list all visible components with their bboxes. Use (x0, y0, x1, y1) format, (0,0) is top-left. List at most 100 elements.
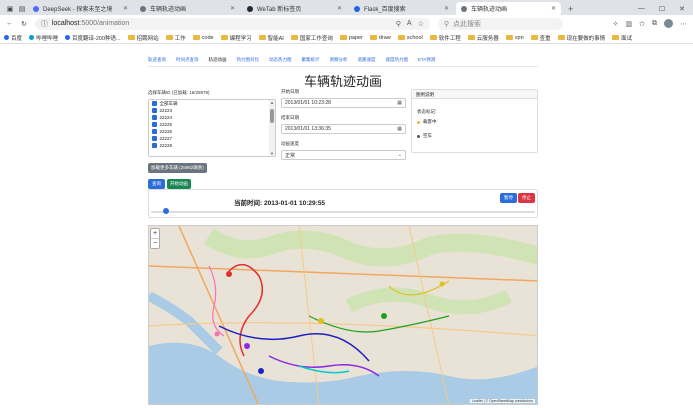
scroll-down-icon[interactable]: ▼ (269, 151, 275, 156)
bookmark-folder[interactable]: 编程学习 (220, 34, 252, 42)
pause-button[interactable]: 暂停 (500, 193, 517, 203)
calendar-icon[interactable]: ▦ (397, 100, 402, 106)
nav-link[interactable]: 轨迹查询 (148, 57, 166, 63)
list-item[interactable]: 全部车辆 (149, 100, 275, 107)
collections-icon[interactable]: ⧉ (652, 20, 657, 28)
vehicle-marker[interactable] (381, 313, 387, 319)
vehicle-marker[interactable] (244, 343, 250, 349)
back-icon[interactable]: ← (6, 20, 13, 27)
close-icon[interactable]: ✕ (230, 5, 235, 12)
list-item[interactable]: 22226 (149, 128, 275, 135)
nav-link[interactable]: 速度热力图 (386, 57, 409, 63)
scroll-up-icon[interactable]: ▲ (270, 100, 274, 105)
read-aloud-icon[interactable]: A (407, 20, 412, 28)
nav-link[interactable]: 聚集统计 (302, 57, 320, 63)
map-attribution[interactable]: Leaflet | © OpenStreetMap contributors (470, 399, 535, 403)
bookmark-folder[interactable]: 工作 (165, 34, 186, 42)
extension-icon[interactable]: ✧ (613, 20, 619, 28)
vehicle-marker[interactable] (318, 318, 324, 324)
checkbox[interactable] (152, 143, 157, 148)
vehicle-marker[interactable] (258, 368, 264, 374)
browser-tab[interactable]: 车辆轨迹动画 ✕ (135, 2, 240, 15)
favorite-star-icon[interactable]: ☆ (418, 20, 424, 28)
split-screen-icon[interactable]: ▥ (626, 20, 633, 28)
list-item[interactable]: 22227 (149, 135, 275, 142)
search-box[interactable]: ⚲ 点此搜索 (437, 17, 563, 30)
zoom-out-button[interactable]: − (151, 239, 159, 248)
close-icon[interactable]: ✕ (123, 5, 128, 12)
stop-button[interactable]: 停止 (518, 193, 535, 203)
bookmark-folder[interactable]: 现在要做的事情 (557, 34, 605, 42)
checkbox[interactable] (152, 101, 157, 106)
bookmark-folder[interactable]: 查重 (530, 34, 551, 42)
zoom-icon[interactable]: ⚲ (396, 20, 401, 28)
minimize-icon[interactable]: — (638, 5, 645, 12)
end-date-input[interactable]: 2013/01/01 13:36:35 ▦ (281, 124, 406, 134)
checkbox[interactable] (152, 108, 157, 113)
close-icon[interactable]: ✕ (444, 5, 449, 12)
favorites-icon[interactable]: ✩ (639, 20, 645, 28)
map-view[interactable]: Leaflet | © OpenStreetMap contributors (148, 225, 538, 405)
calendar-icon[interactable]: ▦ (397, 126, 402, 132)
list-item[interactable]: 22224 (149, 114, 275, 121)
nav-link[interactable]: 洞察分析 (330, 57, 348, 63)
nav-link[interactable]: 热力图对比 (237, 57, 260, 63)
scroll-thumb[interactable] (270, 109, 274, 123)
close-window-icon[interactable]: ✕ (679, 5, 685, 13)
bookmark-item[interactable]: 哔哩哔哩 (29, 34, 58, 42)
bookmark-folder[interactable]: draw (369, 35, 391, 41)
bookmark-item[interactable]: 百度 (4, 34, 22, 42)
bookmark-folder[interactable]: 国家工作查询 (290, 34, 333, 42)
bookmark-folder[interactable]: 招聘网站 (127, 34, 159, 42)
map-zoom-control[interactable]: + − (150, 228, 160, 249)
nav-link[interactable]: ETA预测 (418, 57, 435, 63)
list-item[interactable]: 22228 (149, 142, 275, 149)
zoom-in-button[interactable]: + (151, 229, 159, 239)
checkbox[interactable] (152, 122, 157, 127)
info-icon[interactable]: ⓘ (41, 19, 48, 29)
vehicle-marker[interactable] (439, 281, 445, 287)
list-item[interactable]: 22225 (149, 121, 275, 128)
list-item[interactable]: 22223 (149, 107, 275, 114)
vehicle-marker[interactable] (226, 271, 232, 277)
tab-actions-icon[interactable]: ▤ (16, 3, 28, 15)
bookmark-folder[interactable]: 软件工程 (429, 34, 461, 42)
reload-icon[interactable]: ↻ (21, 20, 27, 28)
browser-tab[interactable]: Flask_百度搜索 ✕ (349, 2, 454, 15)
nav-link[interactable]: 道路速度 (358, 57, 376, 63)
start-animation-button[interactable]: 开始动画 (167, 179, 191, 189)
progress-slider-track[interactable] (151, 211, 535, 213)
checkbox[interactable] (152, 129, 157, 134)
avatar[interactable] (664, 19, 673, 28)
browser-tab[interactable]: WeTab 新标签页 ✕ (242, 2, 347, 15)
browser-tab-active[interactable]: 车辆轨迹动画 ✕ (456, 2, 561, 15)
window-menu-icon[interactable]: ▣ (4, 3, 16, 15)
vehicle-list[interactable]: 全部车辆 22223 22224 22225 22226 22227 22228… (148, 99, 276, 157)
bookmark-folder[interactable]: 面试 (612, 34, 632, 42)
bookmark-folder[interactable]: vpn (505, 35, 524, 41)
nav-link[interactable]: 时间点查询 (176, 57, 199, 63)
list-scrollbar[interactable]: ▲ ▼ (269, 100, 275, 156)
start-date-input[interactable]: 2013/01/01 10:23:28 ▦ (281, 98, 406, 108)
bookmark-item[interactable]: 百度翻译-200种语... (65, 34, 121, 42)
bookmark-folder[interactable]: code (192, 35, 214, 41)
speed-select[interactable]: 正常 ⌄ (281, 150, 406, 160)
maximize-icon[interactable]: ☐ (659, 5, 665, 13)
checkbox[interactable] (152, 115, 157, 120)
browser-tab[interactable]: DeepSeek - 探索未至之境 ✕ (28, 2, 133, 15)
load-more-button[interactable]: 加载更多车辆 (25962辆余) (148, 163, 207, 173)
checkbox[interactable] (152, 136, 157, 141)
vehicle-marker[interactable] (214, 331, 220, 337)
close-icon[interactable]: ✕ (551, 5, 556, 12)
bookmark-folder[interactable]: school (397, 35, 423, 41)
url-bar[interactable]: ⓘ localhost:5000/animation ⚲ A ☆ (34, 17, 430, 30)
more-menu-icon[interactable]: ⋯ (680, 20, 687, 28)
query-button[interactable]: 查询 (148, 179, 165, 189)
nav-link[interactable]: 动态热力图 (269, 57, 292, 63)
nav-link-active[interactable]: 轨迹动画 (209, 57, 227, 63)
bookmark-folder[interactable]: 智能AI (258, 34, 284, 42)
new-tab-button[interactable]: + (563, 2, 578, 15)
bookmark-folder[interactable]: 云服务器 (467, 34, 499, 42)
bookmark-folder[interactable]: paper (339, 35, 363, 41)
close-icon[interactable]: ✕ (337, 5, 342, 12)
